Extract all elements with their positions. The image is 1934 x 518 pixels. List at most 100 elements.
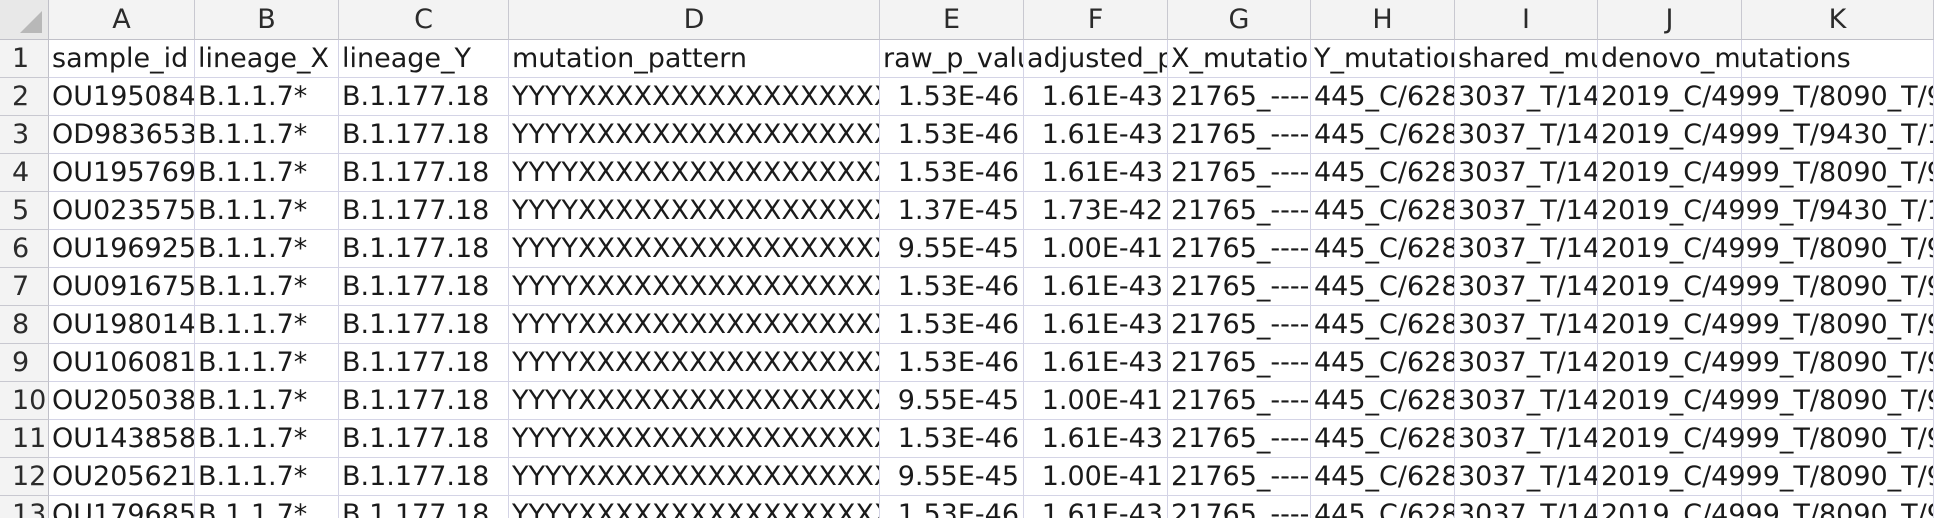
table-cell[interactable]: OU143858 [49,420,195,458]
header-cell[interactable]: lineage_Y [339,40,509,78]
header-cell[interactable]: adjusted_p [1024,40,1168,78]
table-cell[interactable] [1742,420,1934,458]
table-cell[interactable]: 21765_------ [1168,116,1311,154]
table-cell[interactable]: 1.61E-43 [1024,344,1168,382]
table-cell[interactable]: OU195769 [49,154,195,192]
row-header[interactable]: 10 [0,382,49,420]
table-cell[interactable]: 21765_------ [1168,306,1311,344]
row-header[interactable]: 5 [0,192,49,230]
table-cell[interactable]: B.1.1.7* [195,192,339,230]
table-cell[interactable]: YYYYXXXXXXXXXXXXXXXXX [509,458,880,496]
row-header[interactable]: 8 [0,306,49,344]
header-cell[interactable]: X_mutations [1168,40,1311,78]
header-cell[interactable]: lineage_X [195,40,339,78]
table-cell[interactable] [1742,306,1934,344]
table-cell[interactable]: B.1.177.18 [339,230,509,268]
column-header-f[interactable]: F [1024,0,1168,40]
row-header[interactable]: 7 [0,268,49,306]
column-header-e[interactable]: E [880,0,1024,40]
table-cell[interactable]: OU023575 [49,192,195,230]
table-cell[interactable]: 21765_------ [1168,154,1311,192]
table-cell[interactable]: 2019_C/4999_T/8090_T/9430 [1598,420,1934,458]
table-cell[interactable]: YYYYXXXXXXXXXXXXXXXXX [509,116,880,154]
table-cell[interactable]: 445_C/6286 [1311,268,1455,306]
table-cell[interactable]: 3037_T/1440 [1455,382,1598,420]
table-cell[interactable] [1742,268,1934,306]
table-cell[interactable]: B.1.1.7* [195,382,339,420]
table-cell[interactable]: 2019_C/4999_T/8090_T/9430 [1598,306,1934,344]
table-cell[interactable]: YYYYXXXXXXXXXXXXXXXXX [509,420,880,458]
table-cell[interactable]: B.1.1.7* [195,154,339,192]
table-cell[interactable]: 445_C/6286 [1311,306,1455,344]
table-cell[interactable]: 1.61E-43 [1024,496,1168,518]
table-cell[interactable]: 2019_C/4999_T/8090_T/9430 [1598,496,1934,518]
table-cell[interactable]: 2019_C/4999_T/8090_T/9430 [1598,458,1934,496]
table-cell[interactable]: 21765_------ [1168,78,1311,116]
header-cell[interactable]: raw_p_value [880,40,1024,78]
table-cell[interactable]: 445_C/6286 [1311,496,1455,518]
table-cell[interactable]: 3037_T/1440 [1455,192,1598,230]
table-cell[interactable]: 445_C/6286 [1311,78,1455,116]
header-cell[interactable]: sample_id [49,40,195,78]
table-cell[interactable]: OU205038 [49,382,195,420]
table-cell[interactable]: 1.00E-41 [1024,230,1168,268]
table-cell[interactable] [1742,382,1934,420]
table-cell[interactable]: B.1.1.7* [195,306,339,344]
table-cell[interactable]: 2019_C/4999_T/9430_T/13 [1598,192,1934,230]
table-cell[interactable]: 3037_T/1440 [1455,458,1598,496]
table-cell[interactable]: B.1.177.18 [339,116,509,154]
column-header-k[interactable]: K [1742,0,1934,40]
table-cell[interactable] [1742,230,1934,268]
table-cell[interactable]: 3037_T/1440 [1455,116,1598,154]
table-cell[interactable]: B.1.177.18 [339,268,509,306]
table-cell[interactable]: OD983653 [49,116,195,154]
table-cell[interactable]: YYYYXXXXXXXXXXXXXXXXX [509,496,880,518]
table-cell[interactable]: 1.61E-43 [1024,154,1168,192]
table-cell[interactable]: B.1.177.18 [339,458,509,496]
table-cell[interactable]: 3037_T/1440 [1455,268,1598,306]
table-cell[interactable]: B.1.177.18 [339,154,509,192]
table-cell[interactable]: B.1.177.18 [339,496,509,518]
table-cell[interactable]: B.1.1.7* [195,268,339,306]
table-cell[interactable]: 1.61E-43 [1024,116,1168,154]
table-cell[interactable]: OU196925 [49,230,195,268]
table-cell[interactable]: B.1.1.7* [195,458,339,496]
table-cell[interactable]: 3037_T/1440 [1455,344,1598,382]
table-cell[interactable]: 445_C/6286 [1311,420,1455,458]
table-cell[interactable]: 9.55E-45 [880,230,1024,268]
table-cell[interactable]: B.1.177.18 [339,420,509,458]
table-cell[interactable]: 1.53E-46 [880,78,1024,116]
table-cell[interactable]: OU195084 [49,78,195,116]
table-cell[interactable]: 3037_T/1440 [1455,420,1598,458]
row-header[interactable]: 6 [0,230,49,268]
table-cell[interactable]: YYYYXXXXXXXXXXXXXXXXX [509,154,880,192]
table-cell[interactable]: B.1.177.18 [339,306,509,344]
table-cell[interactable]: OU205621 [49,458,195,496]
table-cell[interactable] [1742,192,1934,230]
table-cell[interactable]: B.1.1.7* [195,116,339,154]
table-cell[interactable]: 2019_C/4999_T/8090_T/9430 [1598,78,1934,116]
table-cell[interactable]: B.1.1.7* [195,230,339,268]
table-cell[interactable]: 1.61E-43 [1024,268,1168,306]
table-cell[interactable]: 3037_T/1440 [1455,154,1598,192]
table-cell[interactable]: B.1.177.18 [339,192,509,230]
column-header-a[interactable]: A [49,0,195,40]
table-cell[interactable] [1742,78,1934,116]
table-cell[interactable]: 1.00E-41 [1024,458,1168,496]
table-cell[interactable]: 445_C/6286 [1311,192,1455,230]
table-cell[interactable]: 3037_T/1440 [1455,78,1598,116]
column-header-i[interactable]: I [1455,0,1598,40]
table-cell[interactable]: OU106081 [49,344,195,382]
table-cell[interactable]: 1.53E-46 [880,344,1024,382]
header-cell[interactable]: Y_mutations [1311,40,1455,78]
column-header-b[interactable]: B [195,0,339,40]
header-cell[interactable]: denovo_mutations [1598,40,1851,78]
table-cell[interactable]: OU198014 [49,306,195,344]
table-cell[interactable]: B.1.177.18 [339,382,509,420]
table-cell[interactable]: YYYYXXXXXXXXXXXXXXXXX [509,382,880,420]
table-cell[interactable]: 1.00E-41 [1024,382,1168,420]
table-cell[interactable]: OU179685 [49,496,195,518]
table-cell[interactable] [1742,116,1934,154]
table-cell[interactable]: 3037_T/1440 [1455,496,1598,518]
table-cell[interactable] [1742,496,1934,518]
